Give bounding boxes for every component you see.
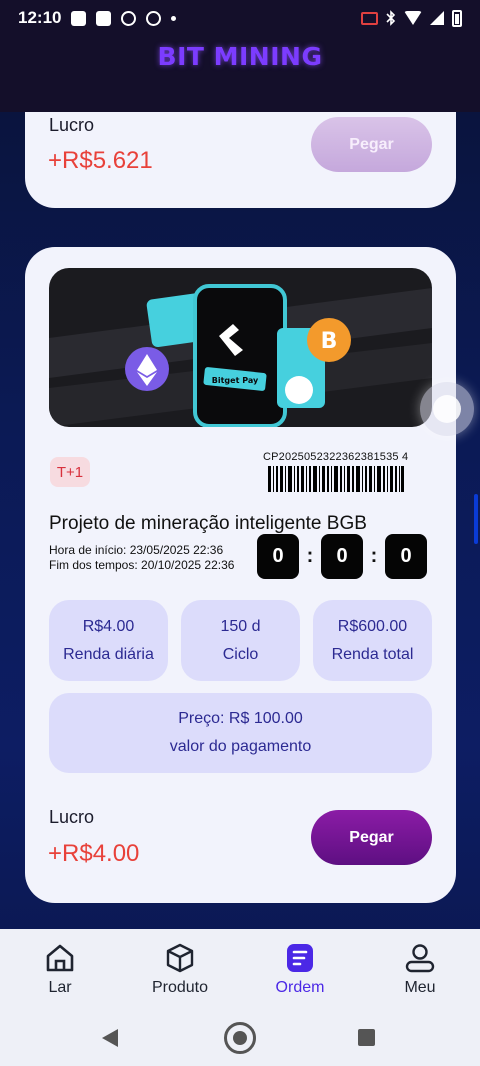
- order-icon: [287, 944, 313, 972]
- nav-item-home[interactable]: Lar: [0, 929, 120, 1007]
- system-nav-bar: [0, 1007, 480, 1066]
- timer-separator: :: [370, 545, 378, 567]
- nav-item-me[interactable]: Meu: [360, 929, 480, 1007]
- bottom-nav: Lar Produto Ordem Meu: [0, 929, 480, 1007]
- stat-label: Renda total: [331, 645, 414, 663]
- profit-value: +R$4.00: [48, 840, 140, 867]
- order-card-previous: Lucro +R$5.621 Pegar: [25, 112, 456, 208]
- start-time: Hora de início: 23/05/2025 22:36: [49, 543, 224, 557]
- nav-label: Lar: [48, 979, 72, 996]
- barcode-image: [268, 466, 404, 492]
- floating-assist-button[interactable]: [420, 382, 474, 436]
- recents-icon[interactable]: [358, 1029, 375, 1046]
- timer-separator: :: [306, 545, 314, 567]
- price-box: Preço: R$ 100.00 valor do pagamento: [49, 693, 432, 773]
- phone-shape: [193, 284, 287, 427]
- wifi-icon: [404, 11, 422, 25]
- stat-value: R$4.00: [82, 617, 135, 635]
- settlement-tag: T+1: [50, 457, 90, 487]
- price-label: valor do pagamento: [169, 738, 312, 755]
- countdown-timer: 0 : 0 : 0: [257, 534, 427, 579]
- notification-shop-icon: [71, 10, 87, 26]
- profit-value: +R$5.621: [48, 147, 153, 174]
- more-notifications-icon: [171, 15, 177, 21]
- product-banner: Bitget Pay B: [49, 268, 432, 427]
- nav-label: Ordem: [275, 979, 325, 996]
- collect-button[interactable]: Pegar: [311, 810, 432, 865]
- collect-button-disabled[interactable]: Pegar: [311, 117, 432, 172]
- stat-cycle: 150 d Ciclo: [181, 600, 300, 681]
- battery-icon: [452, 9, 462, 27]
- svg-text:B: B: [321, 329, 338, 354]
- signal-icon: [430, 11, 444, 25]
- banner-caption: Bitget Pay: [212, 376, 259, 385]
- scrollbar-thumb[interactable]: [474, 494, 478, 544]
- facebook-icon: [146, 10, 162, 26]
- banner-illustration: Bitget Pay B: [49, 284, 432, 427]
- nav-item-product[interactable]: Produto: [120, 929, 240, 1007]
- stat-value: R$600.00: [337, 617, 408, 635]
- end-time: Fim dos tempos: 20/10/2025 22:36: [49, 558, 235, 572]
- profit-label: Lucro: [49, 115, 95, 135]
- stat-total-income: R$600.00 Renda total: [313, 600, 432, 681]
- price-value: Preço: R$ 100.00: [178, 710, 303, 727]
- user-icon: [405, 944, 435, 973]
- nav-label: Produto: [151, 979, 209, 996]
- home-circle-icon[interactable]: [224, 1022, 256, 1054]
- back-icon[interactable]: [102, 1029, 118, 1047]
- timer-minutes: 0: [321, 534, 363, 579]
- timer-hours: 0: [257, 534, 299, 579]
- order-code: CP2025052322362381535 4: [263, 451, 409, 463]
- nav-label: Meu: [404, 979, 436, 996]
- home-icon: [46, 944, 74, 972]
- coin-icon: [285, 376, 313, 404]
- status-bar: 12:10: [0, 0, 480, 36]
- stat-daily-income: R$4.00 Renda diária: [49, 600, 168, 681]
- project-title: Projeto de mineração inteligente BGB: [49, 513, 367, 534]
- stat-value: 150 d: [220, 617, 261, 635]
- profit-label: Lucro: [49, 807, 95, 827]
- stat-label: Renda diária: [63, 645, 154, 663]
- nav-item-order[interactable]: Ordem: [240, 929, 360, 1007]
- notification-app-icon: [96, 10, 112, 26]
- facebook-icon: [121, 10, 137, 26]
- brand-logo-text: BIT MINING: [157, 42, 323, 71]
- clock: 12:10: [18, 8, 62, 27]
- timer-seconds: 0: [385, 534, 427, 579]
- app-header: BIT MINING: [0, 36, 480, 112]
- stat-label: Ciclo: [222, 645, 259, 663]
- box-icon: [166, 943, 194, 973]
- order-card: Bitget Pay B T+1 CP2025052322362381535 4…: [25, 247, 456, 903]
- bluetooth-icon: [386, 10, 396, 26]
- cast-icon: [361, 11, 378, 25]
